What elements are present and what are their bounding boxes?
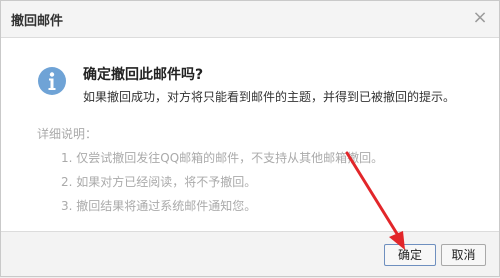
details-item: 2. 如果对方已经阅读，将不予撤回。	[61, 175, 257, 189]
dialog-title: 撤回邮件	[11, 14, 64, 29]
confirm-headline: 确定撤回此邮件吗?	[83, 67, 204, 83]
dialog-titlebar: 撤回邮件 ×	[1, 1, 499, 38]
details-list: 1. 仅尝试撤回发往QQ邮箱的邮件，不支持从其他邮箱撤回。 2. 如果对方已经阅…	[61, 150, 383, 222]
ok-button[interactable]: 确定	[384, 244, 436, 266]
info-icon	[37, 66, 67, 96]
details-item: 1. 仅尝试撤回发往QQ邮箱的邮件，不支持从其他邮箱撤回。	[61, 151, 384, 165]
confirm-message: 如果撤回成功，对方将只能看到邮件的主题，并得到已被撤回的提示。	[83, 90, 456, 104]
dialog-body: 确定撤回此邮件吗? 如果撤回成功，对方将只能看到邮件的主题，并得到已被撤回的提示…	[1, 38, 499, 234]
cancel-button[interactable]: 取消	[441, 244, 486, 266]
dialog-footer: 确定 取消	[1, 231, 499, 276]
details-item: 3. 撤回结果将通过系统邮件通知您。	[61, 199, 257, 213]
recall-mail-dialog: 撤回邮件 × 确定撤回此邮件吗? 如果撤回成功，对方将只能看到邮件的主题，并得到…	[0, 0, 500, 277]
close-icon[interactable]: ×	[469, 7, 491, 29]
details-label: 详细说明：	[37, 127, 98, 141]
